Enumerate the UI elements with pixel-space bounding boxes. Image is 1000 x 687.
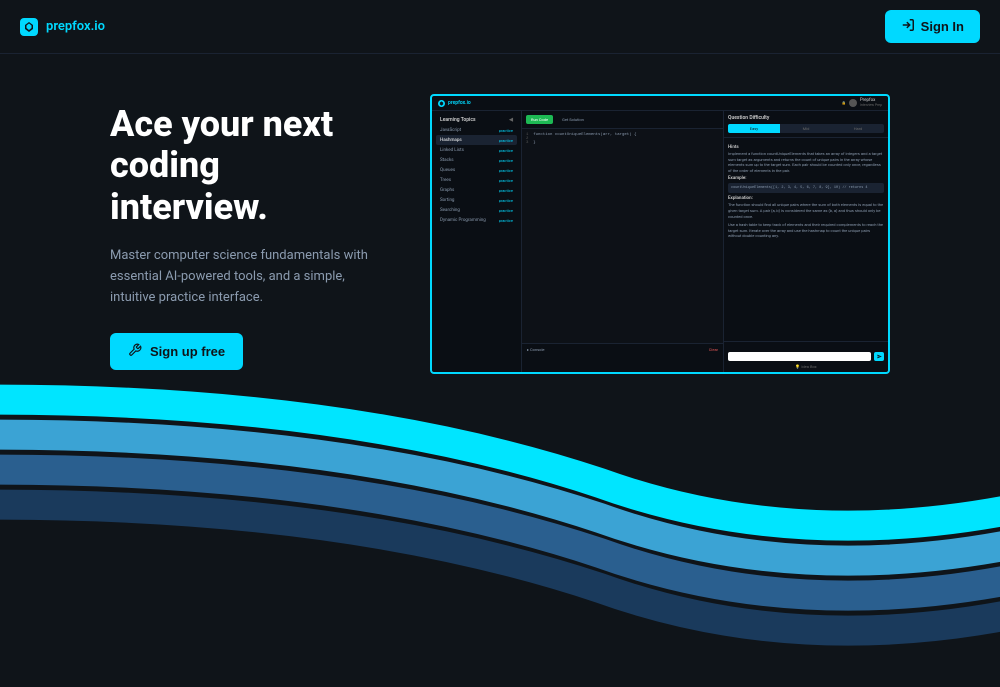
hero-subtitle: Master computer science fundamentals wit… [110, 246, 370, 308]
brand-text: prepfox.io [46, 19, 105, 34]
console: ▸ Console Clear [522, 343, 723, 373]
tools-icon [128, 343, 142, 360]
topic-item: Queuespractice [436, 165, 517, 175]
question-header: Question Difficulty Easy Mid Hard [724, 111, 888, 138]
ss-right-panel: Question Difficulty Easy Mid Hard Hints … [723, 111, 888, 373]
signin-label: Sign In [921, 19, 964, 34]
signup-label: Sign up free [150, 344, 225, 359]
topic-item: Hashmapspractice [436, 135, 517, 145]
ss-logo: prepfox.io [438, 99, 471, 107]
signin-button[interactable]: Sign In [885, 10, 980, 43]
clear-button: Clear [709, 347, 718, 370]
topic-item: JavaScriptpractice [436, 125, 517, 135]
lock-icon: 🔒 [841, 101, 845, 105]
question-body: Hints Implement a function countUniqueEl… [724, 138, 888, 341]
chat-area: 💡 Idea Box [724, 341, 888, 373]
ss-toolbar: Run Code Get Solution [522, 111, 723, 129]
product-screenshot: prepfox.io 🔒 Prepfox Interview Prep Lear… [430, 94, 890, 374]
ss-user-menu: 🔒 Prepfox Interview Prep [841, 99, 882, 107]
topic-item: Searchingpractice [436, 205, 517, 215]
difficulty-tabs: Easy Mid Hard [728, 124, 884, 133]
tab-mid: Mid [780, 124, 832, 133]
ss-main: Run Code Get Solution 1 function countUn… [522, 111, 723, 373]
idea-box-label: 💡 Idea Box [728, 364, 884, 369]
tab-hard: Hard [832, 124, 884, 133]
fox-icon [20, 18, 38, 36]
solution-button: Get Solution [557, 115, 589, 124]
topic-item: Treespractice [436, 175, 517, 185]
logo[interactable]: prepfox.io [20, 18, 105, 36]
signup-button[interactable]: Sign up free [110, 333, 243, 370]
send-button [874, 352, 884, 361]
topic-item: Linked Listspractice [436, 145, 517, 155]
hero-section: Ace your next coding interview. Master c… [0, 54, 1000, 374]
topic-item: Sortingpractice [436, 195, 517, 205]
ss-sidebar: Learning Topics ◀ JavaScriptpracticeHash… [432, 111, 522, 373]
run-button: Run Code [526, 115, 553, 124]
ss-fox-icon [438, 100, 445, 107]
hero-title: Ace your next coding interview. [110, 104, 370, 228]
topic-item: Graphspractice [436, 185, 517, 195]
topic-item: Dynamic Programmingpractice [436, 215, 517, 225]
avatar-icon [849, 99, 857, 107]
hero-content: Ace your next coding interview. Master c… [110, 94, 370, 374]
top-nav: prepfox.io Sign In [0, 0, 1000, 54]
topic-item: Stackspractice [436, 155, 517, 165]
code-editor: 1 function countUniqueElements(arr, targ… [522, 129, 723, 343]
tab-easy: Easy [728, 124, 780, 133]
chat-input [728, 352, 871, 361]
ss-sidebar-title: Learning Topics ◀ [436, 115, 517, 125]
ss-header: prepfox.io 🔒 Prepfox Interview Prep [432, 96, 888, 111]
signin-icon [901, 18, 915, 35]
